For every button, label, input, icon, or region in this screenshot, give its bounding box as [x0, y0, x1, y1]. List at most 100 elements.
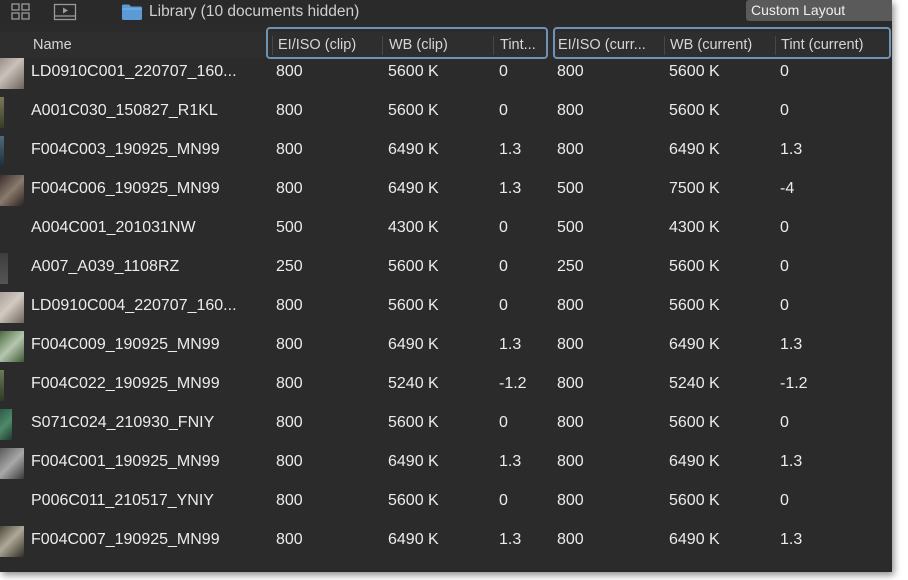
cell-wb-current: 5600 K [669, 492, 720, 509]
cell-ei-clip: 800 [276, 102, 303, 119]
cell-tint-clip: 0 [499, 63, 508, 80]
toolbar: Library (10 documents hidden) Custom Lay… [0, 0, 892, 24]
cell-tint-current: 0 [780, 219, 789, 236]
cell-wb-clip: 5600 K [388, 414, 439, 431]
cell-wb-current: 4300 K [669, 219, 720, 236]
cell-wb-current: 6490 K [669, 531, 720, 548]
table-row[interactable]: LD0910C004_220707_160... 800 5600 K 0 800 560… [0, 292, 892, 331]
cell-tint-clip: 1.3 [499, 180, 522, 197]
cell-name: F004C001_190925_MN99 [31, 453, 220, 470]
filmstrip-icon[interactable] [53, 2, 77, 22]
clip-thumbnail[interactable] [0, 58, 24, 89]
cell-tint-clip: 1.3 [499, 141, 522, 158]
cell-ei-clip: 800 [276, 492, 303, 509]
cell-ei-clip: 800 [276, 63, 303, 80]
cell-tint-clip: 0 [499, 102, 508, 119]
cell-wb-current: 5600 K [669, 102, 720, 119]
cell-wb-clip: 5600 K [388, 492, 439, 509]
clip-columns-highlight [266, 27, 548, 59]
cell-wb-current: 6490 K [669, 453, 720, 470]
table-row[interactable]: A001C030_150827_R1KL 800 5600 K 0 800 5600 K 0 [0, 97, 892, 136]
current-columns-highlight [553, 27, 891, 59]
cell-name: P006C011_210517_YNIY [31, 492, 214, 509]
cell-ei-current: 800 [557, 63, 584, 80]
cell-ei-clip: 800 [276, 297, 303, 314]
cell-name: A001C030_150827_R1KL [31, 102, 218, 119]
cell-ei-clip: 800 [276, 141, 303, 158]
cell-ei-clip: 800 [276, 414, 303, 431]
clip-thumbnail[interactable] [0, 253, 8, 284]
cell-tint-current: 1.3 [780, 531, 803, 548]
table-row[interactable]: F004C007_190925_MN99 800 6490 K 1.3 800 6490 … [0, 526, 892, 565]
cell-tint-clip: 0 [499, 258, 508, 275]
cell-tint-current: 1.3 [780, 336, 803, 353]
clip-thumbnail[interactable] [0, 292, 24, 323]
table-row[interactable]: A004C001_201031NW 500 4300 K 0 500 4300 K 0 [0, 214, 892, 253]
table-row[interactable]: F004C003_190925_MN99 800 6490 K 1.3 800 6490 … [0, 136, 892, 175]
cell-name: LD0910C004_220707_160... [31, 297, 237, 314]
clip-thumbnail[interactable] [0, 526, 24, 557]
grid-icon[interactable] [10, 2, 32, 22]
cell-wb-clip: 5600 K [388, 102, 439, 119]
cell-tint-clip: 0 [499, 492, 508, 509]
cell-tint-current: 0 [780, 297, 789, 314]
cell-wb-current: 5240 K [669, 375, 720, 392]
cell-tint-current: 0 [780, 102, 789, 119]
cell-wb-current: 5600 K [669, 414, 720, 431]
cell-name: A007_A039_1108RZ [31, 258, 180, 275]
cell-wb-clip: 5240 K [388, 375, 439, 392]
cell-ei-current: 800 [557, 141, 584, 158]
cell-ei-current: 800 [557, 492, 584, 509]
clip-thumbnail[interactable] [0, 370, 4, 401]
library-breadcrumb[interactable]: Library (10 documents hidden) [121, 1, 359, 23]
table-row[interactable]: LD0910C001_220707_160... 800 5600 K 0 800 560… [0, 58, 892, 97]
table-row[interactable]: F004C006_190925_MN99 800 6490 K 1.3 500 7500 … [0, 175, 892, 214]
clip-thumbnail[interactable] [0, 409, 12, 440]
cell-ei-current: 800 [557, 531, 584, 548]
cell-wb-current: 7500 K [669, 180, 720, 197]
cell-tint-clip: 1.3 [499, 453, 522, 470]
cell-wb-clip: 6490 K [388, 531, 439, 548]
cell-ei-current: 500 [557, 219, 584, 236]
cell-wb-clip: 6490 K [388, 336, 439, 353]
cell-tint-clip: 1.3 [499, 336, 522, 353]
cell-tint-current: -4 [780, 180, 795, 197]
column-header-name[interactable]: Name [33, 32, 263, 58]
cell-name: LD0910C001_220707_160... [31, 63, 237, 80]
table-row[interactable]: F004C022_190925_MN99 800 5240 K -1.2 800 5240… [0, 370, 892, 409]
folder-icon [122, 4, 142, 20]
cell-tint-current: -1.2 [780, 375, 808, 392]
clip-thumbnail[interactable] [0, 448, 24, 479]
table-row[interactable]: F004C009_190925_MN99 800 6490 K 1.3 800 6490 … [0, 331, 892, 370]
table-row[interactable]: A007_A039_1108RZ 250 5600 K 0 250 5600 K 0 [0, 253, 892, 292]
cell-ei-clip: 800 [276, 375, 303, 392]
clip-thumbnail[interactable] [0, 331, 24, 362]
cell-ei-current: 800 [557, 336, 584, 353]
cell-wb-clip: 5600 K [388, 297, 439, 314]
cell-wb-current: 5600 K [669, 258, 720, 275]
cell-tint-current: 1.3 [780, 141, 803, 158]
table-row[interactable]: S071C024_210930_FNIY 800 5600 K 0 800 5600 K 0 [0, 409, 892, 448]
cell-ei-clip: 800 [276, 336, 303, 353]
cell-ei-current: 250 [557, 258, 584, 275]
clip-thumbnail[interactable] [0, 175, 24, 206]
cell-name: F004C003_190925_MN99 [31, 141, 220, 158]
cell-name: F004C007_190925_MN99 [31, 531, 220, 548]
clip-thumbnail[interactable] [0, 136, 4, 167]
cell-ei-current: 800 [557, 297, 584, 314]
clip-thumbnail[interactable] [0, 97, 4, 128]
table-row[interactable]: P006C011_210517_YNIY 800 5600 K 0 800 5600 K 0 [0, 487, 892, 526]
library-label: Library (10 documents hidden) [149, 3, 360, 20]
cell-ei-clip: 800 [276, 453, 303, 470]
cell-ei-current: 800 [557, 375, 584, 392]
layout-select[interactable]: Custom Layout [746, 0, 892, 21]
cell-wb-current: 5600 K [669, 297, 720, 314]
table-row[interactable]: F004C001_190925_MN99 800 6490 K 1.3 800 6490 … [0, 448, 892, 487]
cell-wb-current: 6490 K [669, 141, 720, 158]
cell-tint-current: 0 [780, 63, 789, 80]
cell-ei-current: 800 [557, 102, 584, 119]
cell-tint-current: 0 [780, 414, 789, 431]
cell-tint-clip: 0 [499, 297, 508, 314]
cell-name: F004C022_190925_MN99 [31, 375, 220, 392]
cell-ei-clip: 800 [276, 531, 303, 548]
